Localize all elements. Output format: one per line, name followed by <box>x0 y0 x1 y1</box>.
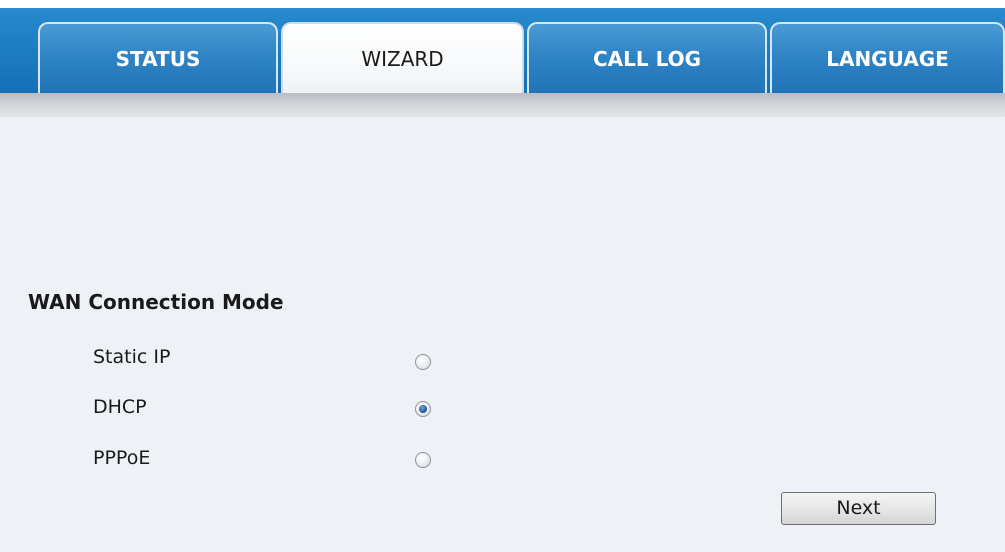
tab-call-log-label: CALL LOG <box>592 47 702 71</box>
header-top-strip <box>0 0 1005 8</box>
option-pppoe-label: PPPoE <box>93 447 151 469</box>
tab-wizard[interactable]: WIZARD <box>281 22 524 95</box>
radio-static-ip[interactable] <box>415 354 431 370</box>
wan-section-title: WAN Connection Mode <box>28 290 284 314</box>
option-dhcp-label: DHCP <box>93 396 147 418</box>
tab-language-label: LANGUAGE <box>826 47 949 71</box>
tab-call-log[interactable]: CALL LOG <box>527 22 767 95</box>
tab-wizard-label: WIZARD <box>361 47 444 71</box>
radio-dhcp[interactable] <box>415 401 431 417</box>
tab-subbar <box>0 93 1005 117</box>
tab-status[interactable]: STATUS <box>38 22 278 95</box>
next-button[interactable]: Next <box>781 492 936 525</box>
tab-status-label: STATUS <box>115 47 201 71</box>
router-web-page: STATUS WIZARD CALL LOG LANGUAGE WAN Conn… <box>0 0 1005 552</box>
option-static-ip-label: Static IP <box>93 346 171 368</box>
tab-language[interactable]: LANGUAGE <box>770 22 1005 95</box>
radio-selected-dot <box>419 405 427 413</box>
radio-pppoe[interactable] <box>415 452 431 468</box>
main-content <box>0 117 1005 552</box>
